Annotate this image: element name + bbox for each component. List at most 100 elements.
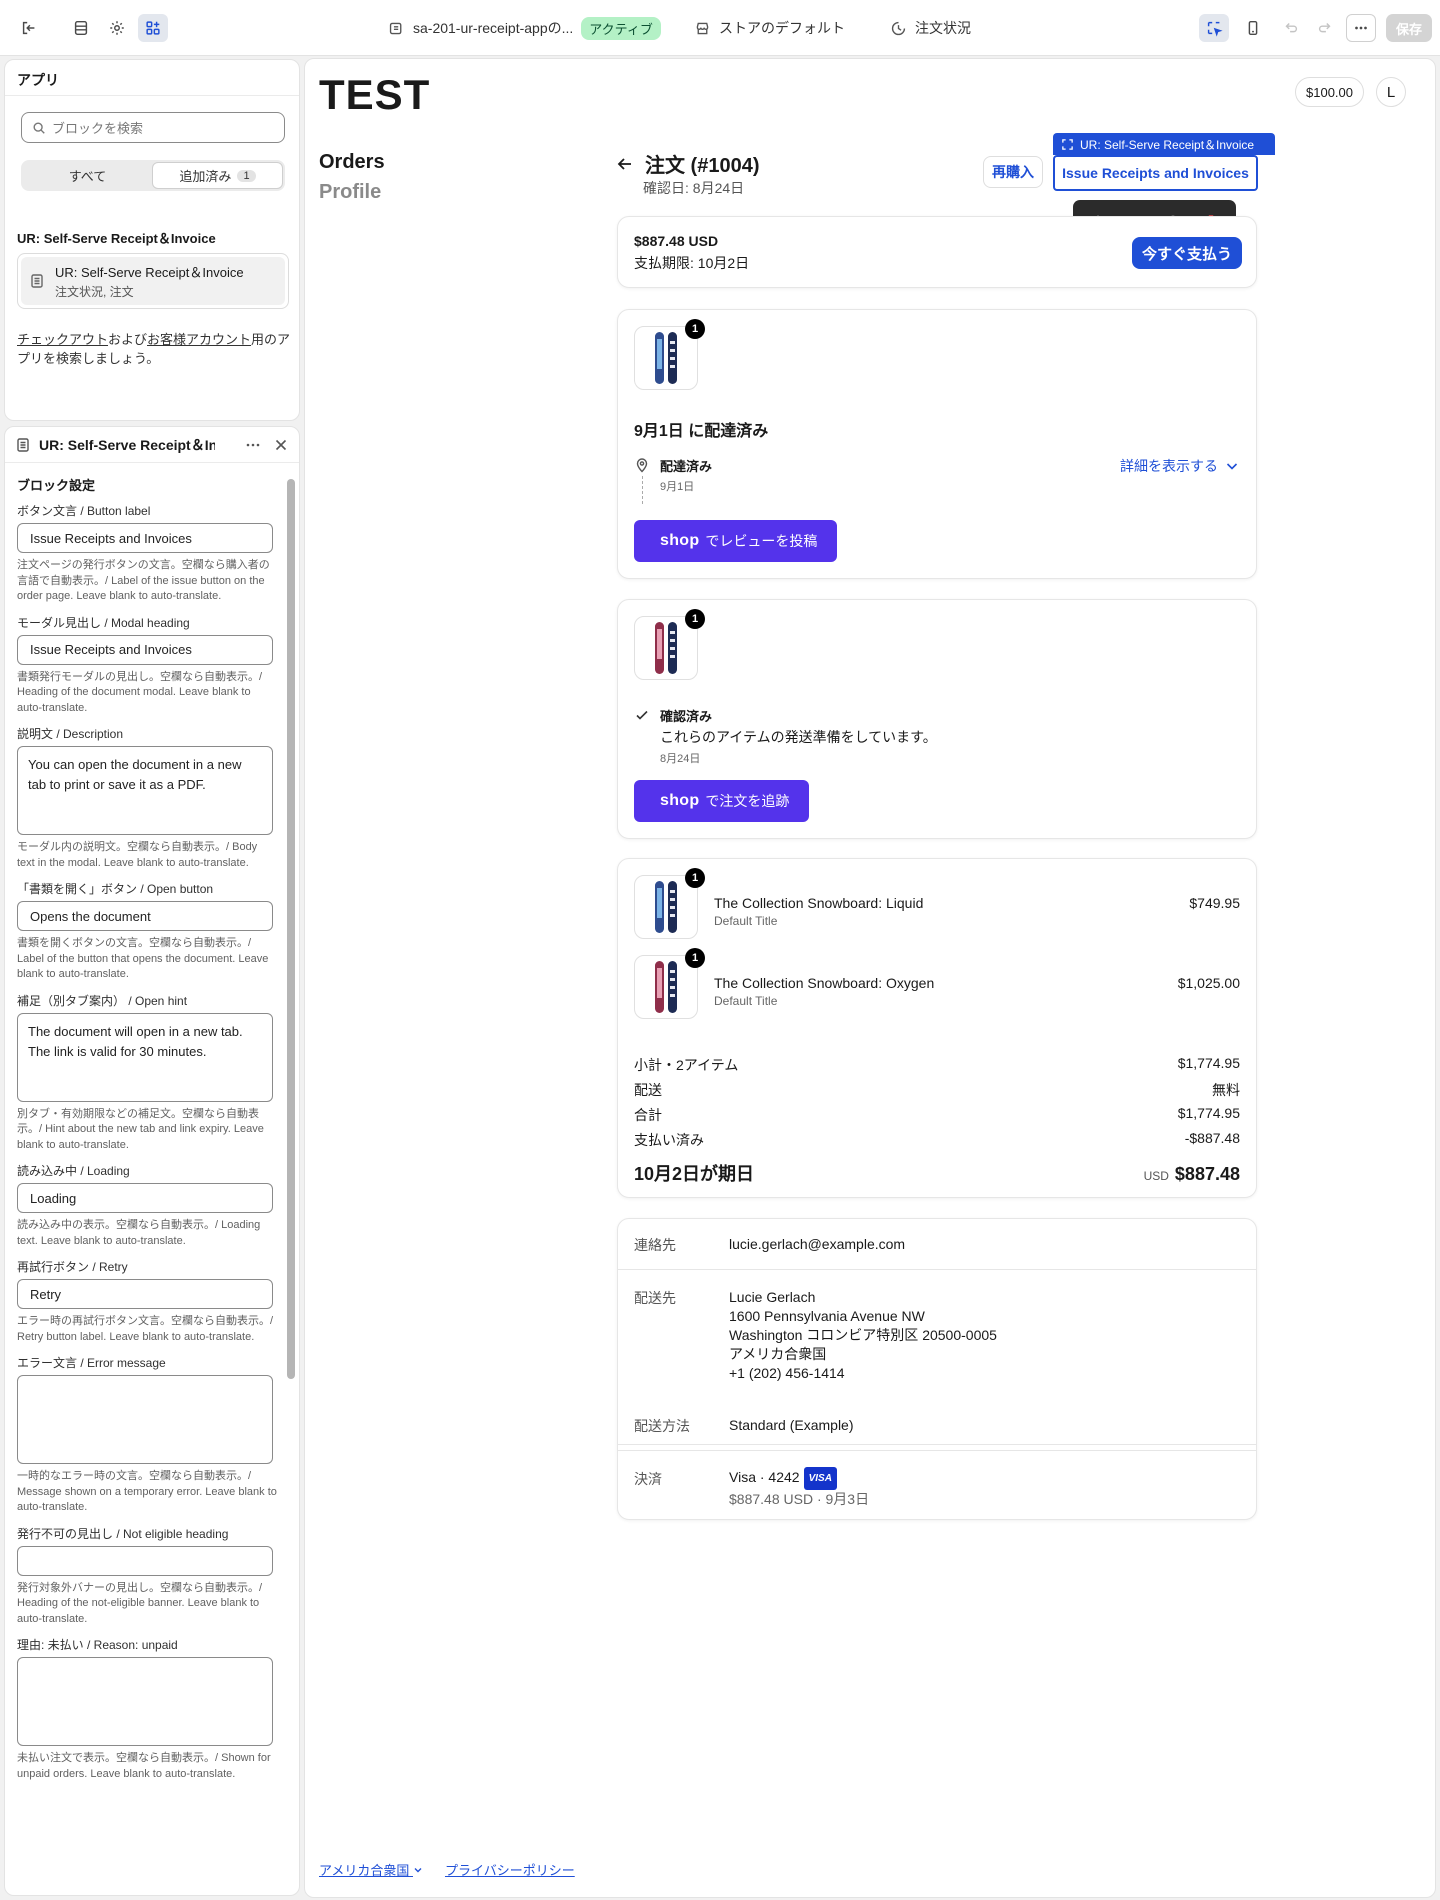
note-mid-text: および [108, 332, 148, 347]
avatar[interactable]: L [1376, 77, 1406, 107]
setting-textarea[interactable]: You can open the document in a new tab t… [17, 746, 273, 835]
nav-orders[interactable]: Orders [319, 151, 385, 174]
shop-track-button[interactable]: shop で注文を追跡 [634, 780, 810, 822]
country-selector[interactable]: アメリカ合衆国 [319, 1860, 423, 1879]
store-logo[interactable]: TEST [319, 71, 430, 119]
block-settings-title: UR: Self-Serve Receipt＆Invoice [39, 436, 215, 453]
filter-tabs: すべて 追加済み 1 [21, 160, 285, 191]
order-header: 注文 (#1004) [615, 149, 760, 178]
product-thumbnail: 1 [634, 609, 705, 680]
exit-icon[interactable] [14, 14, 44, 42]
status-name: 配達済み [660, 459, 713, 474]
summary-value: -$887.48 [1184, 1130, 1240, 1146]
setting-field: 発行不可の見出し / Not eligible heading 発行対象外バナーの… [17, 1525, 277, 1628]
setting-textarea[interactable]: The document will open in a new tab. The… [17, 1012, 273, 1102]
nav-profile[interactable]: Profile [319, 181, 381, 204]
setting-textarea[interactable] [17, 1375, 273, 1464]
setting-input[interactable]: Loading [17, 1183, 273, 1213]
selection-frame-icon [1062, 138, 1073, 150]
status-badge: アクティブ [581, 16, 661, 40]
undo-icon[interactable] [1276, 14, 1306, 42]
summary-label: 小計・2アイテム [634, 1057, 739, 1073]
more-options-icon[interactable] [245, 437, 261, 453]
customer-account-link[interactable]: お客様アカウント [147, 332, 251, 347]
confirmation-status: 確認済み これらのアイテムの発送準備をしています。 8月24日 [634, 706, 937, 766]
chevron-down-icon [414, 1868, 422, 1873]
save-button[interactable]: 保存 [1386, 14, 1432, 42]
payment-label: 決済 [634, 1471, 662, 1487]
search-icon [33, 121, 45, 134]
setting-field: モーダル見出し / Modal heading Issue Receipts an… [17, 614, 277, 717]
app-selector[interactable]: sa-201-ur-receipt-appの... アクティブ [388, 14, 661, 42]
line-item-price: $1,025.00 [1177, 975, 1240, 991]
issue-receipts-button[interactable]: Issue Receipts and Invoices [1053, 155, 1258, 191]
setting-field: 説明文 / Description You can open the docume… [17, 725, 277, 871]
settings-gear-icon[interactable] [102, 14, 132, 42]
setting-input[interactable]: Retry [17, 1279, 273, 1309]
app-card-subtitle: 注文状況, 注文 [55, 285, 134, 299]
store-credit-badge[interactable]: $100.00 [1295, 77, 1364, 107]
app-block-card[interactable]: UR: Self-Serve Receipt＆Invoice 注文状況, 注文 [17, 253, 289, 309]
method-label: 配送方法 [634, 1418, 690, 1434]
status-name: 確認済み [660, 709, 713, 724]
privacy-policy-link[interactable]: プライバシーポリシー [445, 1860, 575, 1879]
pay-now-button[interactable]: 今すぐ支払う [1131, 237, 1242, 269]
summary-value: $1,774.95 [1177, 1055, 1240, 1071]
show-details-link[interactable]: 詳細を表示する [1120, 456, 1240, 476]
apps-search-note: チェックアウトおよびお客様アカウント用のアプリを検索しましょう。 [17, 330, 293, 368]
summary-shipping: 配送 無料 [634, 1080, 1240, 1100]
shipping-address: Lucie Gerlach 1600 Pennsylvania Avenue N… [729, 1288, 997, 1383]
amount-due: $887.48 USD [634, 233, 719, 249]
setting-textarea[interactable] [17, 1657, 273, 1746]
more-actions-icon[interactable] [1346, 14, 1376, 42]
top-bar: sa-201-ur-receipt-appの... アクティブ ストアのデフォル… [0, 0, 1440, 56]
block-search-input[interactable]: ブロックを検索 [21, 112, 285, 143]
rebuy-button[interactable]: 再購入 [983, 156, 1043, 188]
store-label: ストアのデフォルト [719, 20, 845, 36]
settings-scrollbar[interactable] [287, 471, 295, 1891]
setting-help: モーダル内の説明文。空欄なら自動表示。/ Body text in the mo… [17, 841, 258, 869]
summary-paid: 支払い済み -$887.48 [634, 1130, 1240, 1150]
tab-added[interactable]: 追加済み 1 [152, 162, 283, 189]
page-selector[interactable]: 注文状況 [890, 14, 971, 42]
setting-label: 補足（別タブ案内） / Open hint [17, 993, 188, 1008]
payment-details: Visa · 4242 VISA $887.48 USD · 9月3日 [729, 1467, 869, 1509]
tab-all[interactable]: すべて [23, 162, 152, 189]
product-thumbnail: 1 [634, 319, 705, 390]
apps-grid-icon[interactable] [138, 14, 168, 42]
close-icon[interactable] [273, 437, 289, 453]
setting-label: 発行不可の見出し / Not eligible heading [17, 1526, 229, 1541]
back-arrow-icon[interactable] [615, 154, 635, 174]
inspector-icon[interactable] [1199, 14, 1229, 42]
setting-input[interactable]: Issue Receipts and Invoices [17, 634, 273, 665]
shop-review-button[interactable]: shop でレビューを投稿 [634, 520, 838, 562]
delivered-shipment-card: 1 9月1日 に配達済み 配達済み 9月1日 詳細を表示する shop でレビュー… [617, 309, 1257, 579]
payment-sub: $887.48 USD · 9月3日 [729, 1491, 870, 1507]
document-icon [31, 274, 43, 288]
status-date: 9月1日 [660, 481, 695, 493]
setting-input[interactable] [17, 1545, 273, 1576]
setting-help: 書類発行モーダルの見出し。空欄なら自動表示。/ Heading of the d… [17, 670, 263, 714]
line-item-name: The Collection Snowboard: Liquid [714, 895, 924, 911]
app-card-title: UR: Self-Serve Receipt＆Invoice [55, 265, 244, 280]
setting-label: ボタン文言 / Button label [17, 504, 151, 518]
setting-input[interactable]: Issue Receipts and Invoices [17, 523, 273, 553]
app-name: sa-201-ur-receipt-appの... [413, 20, 574, 36]
sections-icon[interactable] [66, 14, 96, 42]
checkout-link[interactable]: チェックアウト [17, 332, 108, 347]
quantity-badge: 1 [685, 868, 705, 888]
contact-row: 連絡先 lucie.gerlach@example.com [618, 1219, 1256, 1270]
scroll-thumb[interactable] [287, 479, 295, 1379]
setting-label: 「書類を開く」ボタン / Open button [17, 882, 214, 896]
mobile-preview-icon[interactable] [1238, 14, 1268, 42]
block-settings-form: ブロック設定 ボタン文言 / Button label Issue Receipt… [17, 475, 277, 1791]
status-description: これらのアイテムの発送準備をしています。 [660, 729, 937, 745]
address-line: アメリカ合衆国 [729, 1346, 827, 1362]
setting-input[interactable]: Opens the document [17, 901, 273, 931]
search-placeholder: ブロックを検索 [52, 121, 144, 136]
redo-icon[interactable] [1310, 14, 1340, 42]
storefront-preview: TEST $100.00 L Orders Profile 注文 (#1004)… [304, 58, 1436, 1898]
shop-track-label: で注文を追跡 [705, 793, 790, 809]
store-selector[interactable]: ストアのデフォルト [694, 14, 845, 42]
order-summary-card: 1 The Collection Snowboard: Liquid Defau… [617, 858, 1257, 1198]
